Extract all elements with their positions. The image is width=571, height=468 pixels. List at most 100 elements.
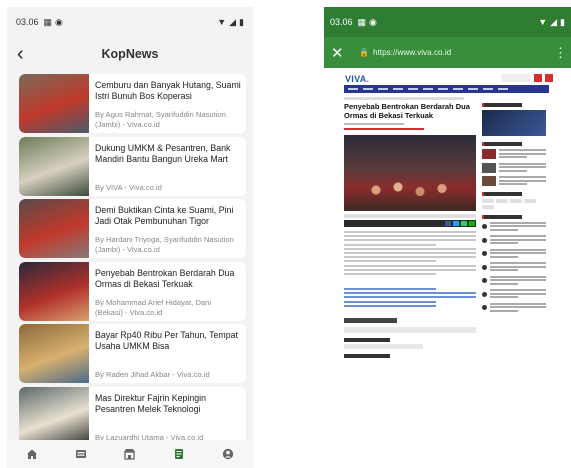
tab-home[interactable] [17,442,47,466]
article-card[interactable]: Mas Direktur Fajrin Kepingin Pesantren M… [19,386,246,446]
browser-screen: 03.06 ▦ ◉ ▼ ◢ ▮ ✕ 🔒 https://www.viva.co.… [324,7,571,468]
article-body [344,231,476,277]
header-button[interactable] [534,74,542,82]
article-thumbnail [19,324,89,383]
status-bar: 03.06 ▦ ◉ ▼ ◢ ▮ [324,7,571,37]
nav-link[interactable] [438,88,448,90]
header-actions [501,74,553,82]
share-bar [344,220,476,227]
sidebar-heading [482,142,522,146]
article-text: Cemburu dan Banyak Hutang, Suami Istri B… [89,74,246,133]
url-field[interactable]: https://www.viva.co.id [373,48,554,57]
notification-icon: ▦ [357,16,367,27]
popular-item[interactable] [482,289,546,300]
article-text: Mas Direktur Fajrin Kepingin Pesantren M… [89,387,246,446]
facebook-share-icon[interactable] [445,221,451,226]
sidebar [482,103,546,316]
whatsapp-share-icon[interactable] [461,221,467,226]
sidebar-heading [482,191,522,196]
site-logo[interactable]: VIVA. [345,74,369,84]
popular-item[interactable] [482,262,546,273]
article-headline: Penyebab Bentrokan Berdarah Dua Ormas di… [344,102,470,120]
close-icon[interactable]: ✕ [331,44,351,62]
nav-link[interactable] [378,88,388,90]
more-options-icon[interactable]: ⋮ [554,45,567,61]
article-meta: By VIVA - Viva.co.id [95,182,162,192]
screenshot-stage: 03.06 ▦ ◉ ▼ ◢ ▮ ‹ KopNews Cemburu dan Ba… [0,0,571,468]
signal-icon: ◢ [229,16,237,27]
sidebar-heading [482,214,522,219]
article-list: Cemburu dan Banyak Hutang, Suami Istri B… [7,71,253,446]
sync-icon: ◉ [55,16,63,27]
nav-link[interactable] [468,88,478,90]
sidebar-item[interactable] [482,162,546,174]
article-meta: By Agus Rahmat, Syarifuddin Nasution (Ja… [95,110,226,129]
back-arrow-icon[interactable]: ‹ [17,43,37,66]
article-meta: By Hardani Triyoga, Syarifuddin Nasution… [95,235,234,254]
article-title: Mas Direktur Fajrin Kepingin Pesantren M… [95,392,206,414]
article-title: Demi Buktikan Cinta ke Suami, Pini Jadi … [95,205,234,226]
breadcrumb [344,97,464,100]
header-ad[interactable] [501,74,531,82]
nav-link[interactable] [483,88,493,90]
bottom-nav [7,440,253,468]
tab-store[interactable] [115,442,145,466]
search-icon[interactable] [545,74,553,82]
wifi-icon: ▼ [538,17,548,27]
status-time: 03.06 [16,17,39,27]
article-thumbnail [19,136,89,196]
image-caption [344,214,476,218]
sidebar-heading [482,103,522,107]
news-icon [75,450,86,458]
popular-item[interactable] [482,248,546,260]
popular-item[interactable] [482,302,546,314]
nav-link[interactable] [348,88,358,90]
related-links [344,288,476,309]
tab-profile[interactable] [213,442,243,466]
logo-text: VIVA [345,74,367,84]
status-time: 03.06 [330,17,353,27]
nav-link[interactable] [453,88,463,90]
signal-icon: ◢ [550,16,558,27]
article-date [344,123,404,125]
popular-item[interactable] [482,235,546,246]
article-card[interactable]: Bayar Rp40 Ribu Per Tahun, Tempat Usaha … [19,324,246,383]
tab-article[interactable] [164,442,194,466]
line-share-icon[interactable] [469,221,475,226]
wifi-icon: ▼ [217,17,227,27]
store-icon [124,449,136,460]
logo-dot: . [366,74,370,84]
article-card[interactable]: Demi Buktikan Cinta ke Suami, Pini Jadi … [19,199,246,258]
nav-link[interactable] [363,88,373,90]
article-author[interactable] [344,128,424,130]
nav-link[interactable] [498,88,508,90]
profile-icon [223,448,234,460]
nav-link[interactable] [423,88,433,90]
sidebar-item[interactable] [482,176,546,187]
article-footer [344,318,476,360]
twitter-share-icon[interactable] [453,221,459,226]
kopnews-app-screen: 03.06 ▦ ◉ ▼ ◢ ▮ ‹ KopNews Cemburu dan Ba… [7,7,253,468]
tag-list [482,198,546,209]
sidebar-item[interactable] [482,149,546,160]
browser-toolbar: ✕ 🔒 https://www.viva.co.id ⋮ [324,37,571,68]
nav-link[interactable] [408,88,418,90]
webpage-content: VIVA. Penyebab Bentrokan Berdarah Dua Or… [324,68,571,468]
article-thumbnail [19,199,89,258]
article-icon [175,449,184,459]
article-thumbnail [19,261,89,321]
article-text: Bayar Rp40 Ribu Per Tahun, Tempat Usaha … [89,324,246,383]
article-card[interactable]: Penyebab Bentrokan Berdarah Dua Ormas di… [19,261,246,321]
popular-item[interactable] [482,221,546,233]
tab-news[interactable] [66,442,96,466]
article-card[interactable]: Cemburu dan Banyak Hutang, Suami Istri B… [19,74,246,133]
nav-link[interactable] [393,88,403,90]
sidebar-feature-image[interactable] [482,110,546,136]
article-text: Demi Buktikan Cinta ke Suami, Pini Jadi … [89,199,246,258]
popular-item[interactable] [482,275,546,287]
sync-icon: ◉ [369,16,377,27]
article-thumbnail [19,74,89,133]
article-card[interactable]: Dukung UMKM & Pesantren, Bank Mandiri Ba… [19,136,246,196]
article-title: Cemburu dan Banyak Hutang, Suami Istri B… [95,80,241,101]
notification-icon: ▦ [43,16,53,27]
